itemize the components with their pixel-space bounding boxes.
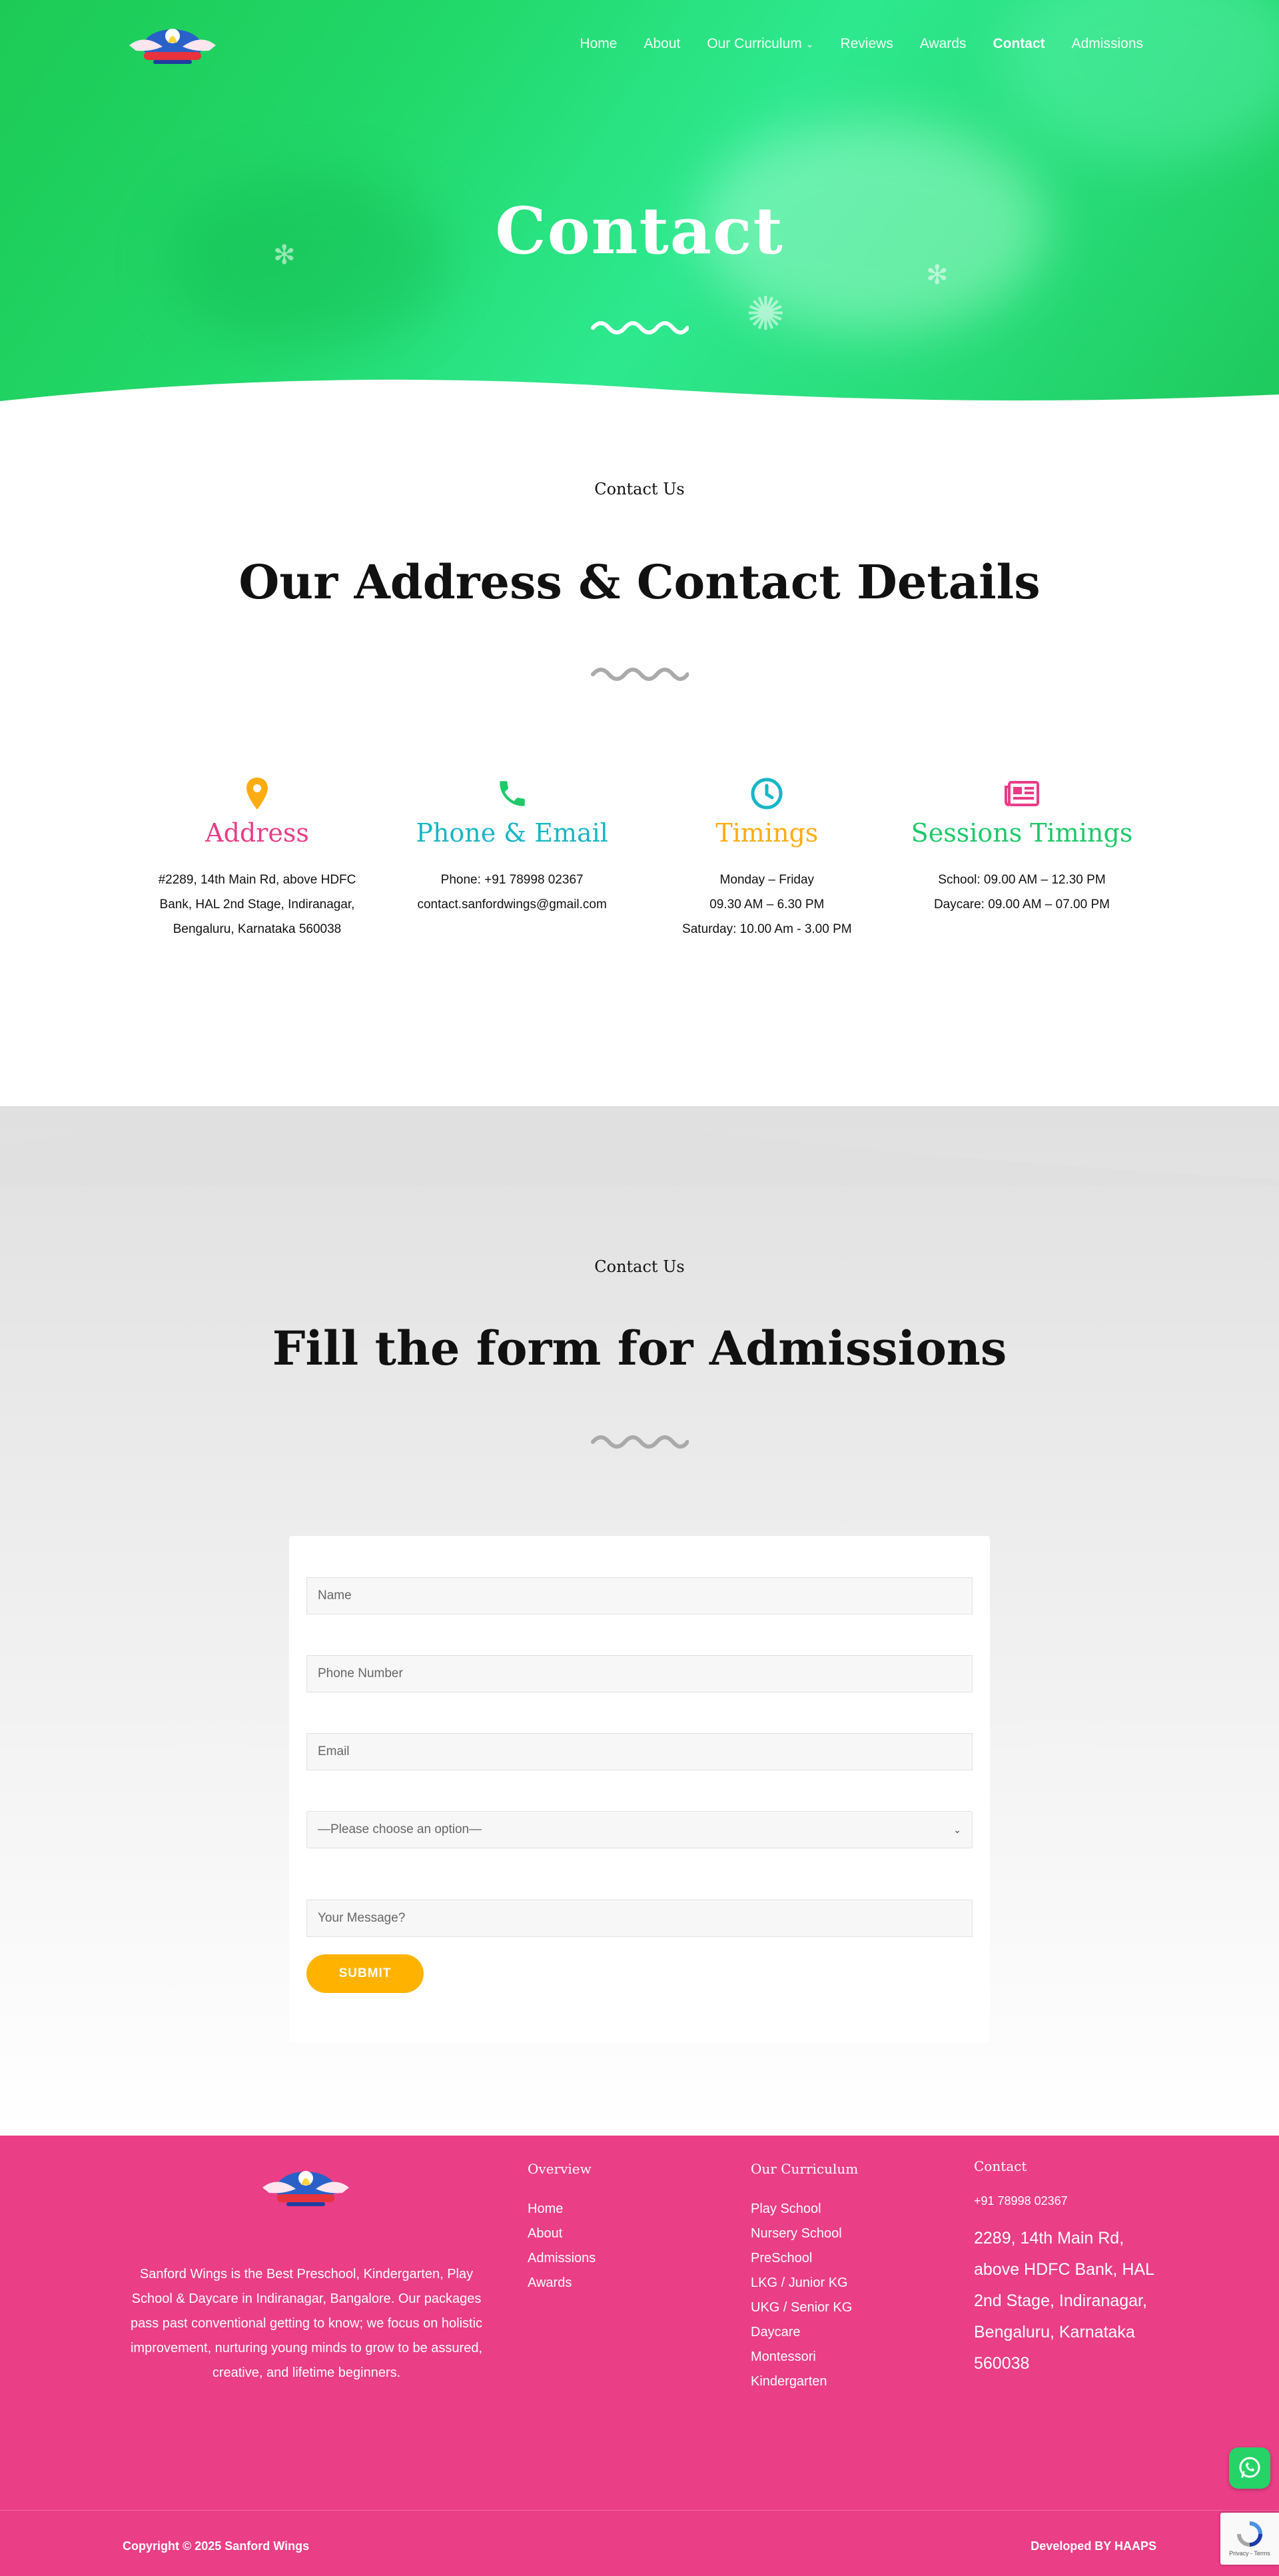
- newspaper-icon: [895, 773, 1149, 814]
- footer-phone[interactable]: +91 78998 02367: [974, 2194, 1174, 2208]
- submit-button[interactable]: SUBMIT: [306, 1954, 424, 1993]
- footer-link-preschool[interactable]: PreSchool: [751, 2246, 858, 2271]
- site-footer: Sanford Wings is the Best Preschool, Kin…: [0, 2136, 1279, 2576]
- phone-input[interactable]: Phone Number: [306, 1655, 973, 1692]
- phone-email-card: Phone & Email Phone: +91 78998 02367 con…: [385, 773, 640, 942]
- nav-contact[interactable]: Contact: [993, 36, 1045, 52]
- contact-details-cards: Address #2289, 14th Main Rd, above HDFC …: [130, 773, 1149, 942]
- footer-curriculum-heading: Our Curriculum: [751, 2161, 859, 2177]
- dandelion-decoration: ✺: [746, 288, 785, 340]
- email-link[interactable]: contact.sanfordwings@gmail.com: [417, 898, 606, 912]
- phone-link[interactable]: Phone: +91 78998 02367: [441, 873, 584, 887]
- recaptcha-badge[interactable]: Privacy - Terms: [1220, 2513, 1279, 2565]
- page-title: Contact: [495, 193, 784, 269]
- footer-contact: Contact +91 78998 02367 2289, 14th Main …: [974, 2158, 1174, 2379]
- developer-credit[interactable]: Developed BY HAAPS: [1031, 2539, 1156, 2553]
- nav-reviews[interactable]: Reviews: [840, 36, 893, 52]
- footer-link-nursery-school[interactable]: Nursery School: [751, 2222, 858, 2246]
- footer-link-montessori[interactable]: Montessori: [751, 2345, 858, 2369]
- footer-link-kindergarten[interactable]: Kindergarten: [751, 2369, 858, 2394]
- nav-label: Reviews: [840, 36, 893, 51]
- recaptcha-icon: [1237, 2521, 1262, 2547]
- footer-link-daycare[interactable]: Daycare: [751, 2320, 858, 2345]
- address-card-text: #2289, 14th Main Rd, above HDFC Bank, HA…: [158, 873, 356, 936]
- footer-about-text: Sanford Wings is the Best Preschool, Kin…: [130, 2267, 483, 2380]
- hero-banner: ✻ ✺ ✻ Home About Our Curriculum ⌄ Reviews Awa…: [0, 0, 1279, 413]
- address-heading: Our Address & Contact Details: [238, 554, 1041, 610]
- squiggle-divider: [591, 668, 689, 681]
- sessions-timings-card-title: Sessions Timings: [911, 818, 1133, 848]
- nav-label: Contact: [993, 36, 1045, 51]
- nav-label: Awards: [919, 36, 967, 51]
- nav-label: Admissions: [1071, 36, 1143, 51]
- address-card: Address #2289, 14th Main Rd, above HDFC …: [130, 773, 384, 942]
- sessions-timings-card: Sessions Timings School: 09.00 AM – 12.3…: [895, 773, 1149, 942]
- recaptcha-links: Privacy - Terms: [1229, 2550, 1270, 2557]
- footer-link-lkg[interactable]: LKG / Junior KG: [751, 2271, 858, 2295]
- sanford-wings-logo[interactable]: [124, 20, 221, 69]
- footer-divider: [0, 2510, 1279, 2511]
- footer-link-play-school[interactable]: Play School: [751, 2197, 858, 2222]
- program-select[interactable]: —Please choose an option— ⌄: [306, 1811, 973, 1848]
- footer-link-admissions[interactable]: Admissions: [528, 2246, 596, 2271]
- nav-about[interactable]: About: [643, 36, 680, 52]
- footer-contact-heading: Contact: [974, 2158, 1027, 2174]
- footer-overview-heading: Overview: [528, 2161, 592, 2177]
- nav-label: Our Curriculum: [707, 36, 802, 51]
- chevron-down-icon: ⌄: [953, 1824, 961, 1835]
- form-eyebrow: Contact Us: [594, 1257, 685, 1276]
- squiggle-divider: [591, 321, 689, 334]
- clock-icon: [640, 773, 894, 814]
- footer-curriculum: Our Curriculum Play School Nursery Schoo…: [751, 2161, 858, 2394]
- timings-card-text: Monday – Friday 09.30 AM – 6.30 PM Satur…: [682, 873, 852, 936]
- map-pin-icon: [130, 773, 384, 814]
- timings-card-title: Timings: [715, 818, 819, 848]
- email-input[interactable]: Email: [306, 1733, 973, 1770]
- timings-card: Timings Monday – Friday 09.30 AM – 6.30 …: [640, 773, 894, 942]
- nav-our-curriculum[interactable]: Our Curriculum ⌄: [707, 36, 813, 52]
- footer-overview: Overview Home About Admissions Awards: [528, 2161, 596, 2295]
- phone-icon: [385, 773, 640, 814]
- nav-label: About: [643, 36, 681, 51]
- form-heading: Fill the form for Admissions: [272, 1321, 1007, 1376]
- hero-wave-divider: [0, 379, 1279, 413]
- program-select-value: —Please choose an option—: [318, 1822, 482, 1836]
- sessions-timings-card-text: School: 09.00 AM – 12.30 PM Daycare: 09.…: [933, 873, 1110, 912]
- nav-label: Home: [580, 36, 618, 51]
- footer-logo[interactable]: [257, 2162, 354, 2212]
- nav-awards[interactable]: Awards: [920, 36, 967, 52]
- section-wave-divider: [0, 1110, 1279, 1186]
- footer-link-home[interactable]: Home: [528, 2197, 596, 2222]
- admission-form: Name Phone Number Email —Please choose a…: [289, 1536, 990, 2042]
- phone-email-card-text: Phone: +91 78998 02367 contact.sanfordwi…: [385, 868, 640, 917]
- chevron-down-icon: ⌄: [805, 38, 814, 49]
- footer-link-ukg[interactable]: UKG / Senior KG: [751, 2295, 858, 2320]
- squiggle-divider: [591, 1435, 689, 1449]
- footer-address: 2289, 14th Main Rd, above HDFC Bank, HAL…: [974, 2229, 1154, 2373]
- name-input[interactable]: Name: [306, 1577, 973, 1614]
- address-card-title: Address: [205, 818, 309, 848]
- footer-link-awards[interactable]: Awards: [528, 2271, 596, 2295]
- nav-home[interactable]: Home: [580, 36, 617, 52]
- copyright-text: Copyright © 2025 Sanford Wings: [123, 2539, 310, 2553]
- main-navigation: Home About Our Curriculum ⌄ Reviews Awards Con…: [553, 36, 1143, 52]
- address-eyebrow: Contact Us: [594, 480, 685, 498]
- footer-link-about[interactable]: About: [528, 2222, 596, 2246]
- phone-email-card-title: Phone & Email: [416, 818, 608, 848]
- nav-admissions[interactable]: Admissions: [1072, 36, 1143, 52]
- whatsapp-icon[interactable]: [1229, 2447, 1270, 2489]
- message-textarea[interactable]: Your Message?: [306, 1900, 973, 1937]
